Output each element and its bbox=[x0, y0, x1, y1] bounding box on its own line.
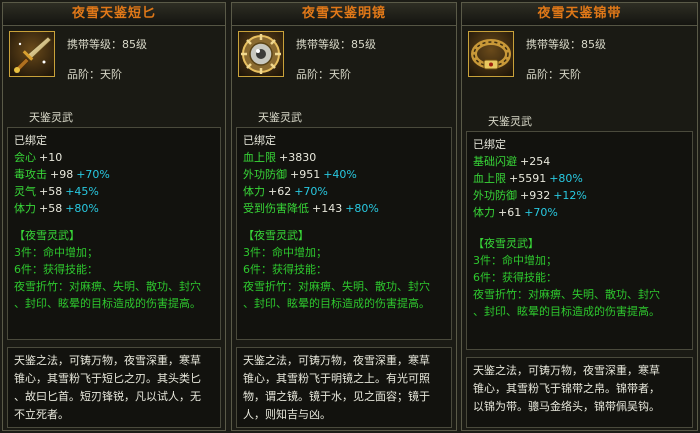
required-level: 携带等级：85级 bbox=[67, 38, 147, 51]
stat-row: 外功防御 +932 +12% bbox=[473, 189, 587, 202]
set-skill-line: 夜雪折竹：对麻痹、失明、散功、封穴 bbox=[243, 280, 430, 293]
bound-status: 已绑定 bbox=[243, 134, 276, 147]
set-title: 【夜雪灵武】 bbox=[14, 229, 80, 242]
bound-status: 已绑定 bbox=[473, 138, 506, 151]
item-title: 夜雪天鉴短匕 bbox=[3, 3, 225, 26]
stat-row: 会心 +10 bbox=[14, 151, 63, 164]
item-tooltip-belt: 夜雪天鉴锦带 携带等级：85级 品阶：天阶 天鉴灵武 已绑定 基础闪避 +254 … bbox=[461, 2, 698, 431]
item-icon-slot[interactable] bbox=[468, 31, 514, 77]
item-tooltip-mirror: 夜雪天鉴明镜 携带等级：85级 品阶：天阶 天鉴灵武 已绑定 血上限 +3830 … bbox=[231, 2, 457, 431]
belt-icon bbox=[471, 39, 511, 70]
mirror-icon bbox=[241, 34, 281, 74]
set-bonus-3: 3件：命中增加； bbox=[243, 246, 327, 259]
stat-row: 血上限 +5591 +80% bbox=[473, 172, 583, 185]
lore-line: 以锦为带。骢马金络头，锦带佩吴钩。 bbox=[473, 400, 660, 413]
item-attributes: 已绑定 基础闪避 +254 血上限 +5591 +80% 外功防御 +932 +12% 体… bbox=[466, 131, 693, 350]
set-bonus-3: 3件：命中增加； bbox=[473, 254, 557, 267]
set-skill-line: 、封印、眩晕的目标造成的伤害提高。 bbox=[473, 305, 660, 318]
set-skill-line: 夜雪折竹：对麻痹、失明、散功、封穴 bbox=[473, 288, 660, 301]
item-lore: 天鉴之法，可铸万物，夜雪深重，寒草 锥心，其雪粉飞于明镜之上。有光可照 物，谓之… bbox=[236, 347, 452, 428]
set-title: 【夜雪灵武】 bbox=[243, 229, 309, 242]
lore-line: 天鉴之法，可铸万物，夜雪深重，寒草 bbox=[243, 354, 430, 367]
lore-line: 天鉴之法，可铸万物，夜雪深重，寒草 bbox=[14, 354, 201, 367]
stat-row: 毒攻击 +98 +70% bbox=[14, 168, 110, 181]
lore-line: 天鉴之法，可铸万物，夜雪深重，寒草 bbox=[473, 364, 660, 377]
item-title: 夜雪天鉴锦带 bbox=[462, 3, 697, 26]
lore-line: 锥心，其雪粉飞于短匕之刃。其头类匕 bbox=[14, 372, 201, 385]
lore-line: 锥心，其雪粉飞于明镜之上。有光可照 bbox=[243, 372, 430, 385]
set-skill-line: 、封印、眩晕的目标造成的伤害提高。 bbox=[243, 297, 430, 310]
item-type: 天鉴灵武 bbox=[258, 111, 302, 124]
set-title: 【夜雪灵武】 bbox=[473, 237, 539, 250]
item-grade: 品阶：天阶 bbox=[296, 68, 351, 81]
stat-row: 灵气 +58 +45% bbox=[14, 185, 99, 198]
set-bonus-3: 3件：命中增加； bbox=[14, 246, 98, 259]
stat-row: 体力 +58 +80% bbox=[14, 202, 99, 215]
set-bonus-6: 6件：获得技能： bbox=[243, 263, 327, 276]
item-icon-slot[interactable] bbox=[9, 31, 55, 77]
set-bonus-6: 6件：获得技能： bbox=[473, 271, 557, 284]
stat-row: 血上限 +3830 bbox=[243, 151, 317, 164]
item-lore: 天鉴之法，可铸万物，夜雪深重，寒草 锥心，其雪粉飞于锦带之帛。锦带者， 以锦为带… bbox=[466, 357, 693, 428]
item-icon-slot[interactable] bbox=[238, 31, 284, 77]
item-attributes: 已绑定 会心 +10 毒攻击 +98 +70% 灵气 +58 +45% 体力 +58 +80%… bbox=[7, 127, 221, 340]
lore-line: 锥心，其雪粉飞于锦带之帛。锦带者， bbox=[473, 382, 660, 395]
stat-row: 基础闪避 +254 bbox=[473, 155, 551, 168]
lore-line: 不立死者。 bbox=[14, 408, 69, 421]
item-type: 天鉴灵武 bbox=[488, 115, 532, 128]
item-grade: 品阶：天阶 bbox=[67, 68, 122, 81]
stat-row: 外功防御 +951 +40% bbox=[243, 168, 357, 181]
item-attributes: 已绑定 血上限 +3830 外功防御 +951 +40% 体力 +62 +70% 受到伤害… bbox=[236, 127, 452, 340]
lore-line: 、故曰匕首。短刃锋锐，凡以试人，无 bbox=[14, 390, 201, 403]
set-skill-line: 、封印、眩晕的目标造成的伤害提高。 bbox=[14, 297, 201, 310]
set-skill-line: 夜雪折竹：对麻痹、失明、散功、封穴 bbox=[14, 280, 201, 293]
item-title: 夜雪天鉴明镜 bbox=[232, 3, 456, 26]
set-bonus-6: 6件：获得技能： bbox=[14, 263, 98, 276]
bound-status: 已绑定 bbox=[14, 134, 47, 147]
item-tooltip-dagger: 夜雪天鉴短匕 携带等级：85级 品阶：天阶 天鉴灵武 已绑定 会心 +10 毒攻击… bbox=[2, 2, 226, 431]
stat-row: 受到伤害降低 +143 +80% bbox=[243, 202, 379, 215]
item-type: 天鉴灵武 bbox=[29, 111, 73, 124]
required-level: 携带等级：85级 bbox=[296, 38, 376, 51]
dagger-icon bbox=[14, 36, 52, 73]
lore-line: 人，则知吉与凶。 bbox=[243, 408, 331, 421]
required-level: 携带等级：85级 bbox=[526, 38, 606, 51]
lore-line: 物，谓之镜。镜于水，见之面容；镜于 bbox=[243, 390, 430, 403]
stat-row: 体力 +62 +70% bbox=[243, 185, 328, 198]
item-lore: 天鉴之法，可铸万物，夜雪深重，寒草 锥心，其雪粉飞于短匕之刃。其头类匕 、故曰匕… bbox=[7, 347, 221, 428]
stat-row: 体力 +61 +70% bbox=[473, 206, 558, 219]
item-grade: 品阶：天阶 bbox=[526, 68, 581, 81]
